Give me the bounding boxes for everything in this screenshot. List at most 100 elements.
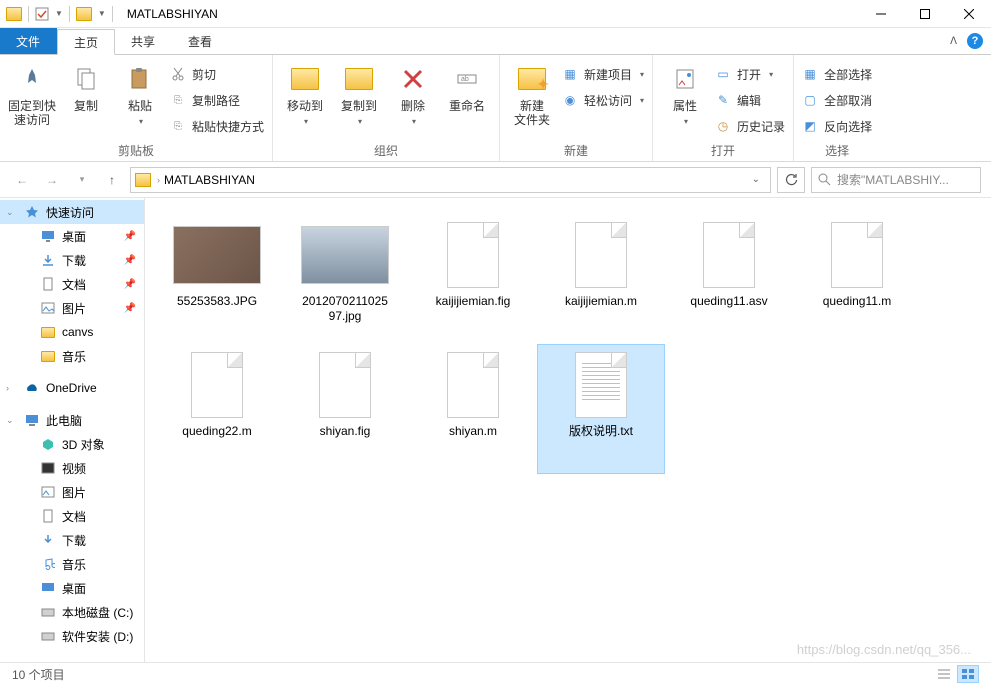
open-button[interactable]: ▭打开▾: [715, 63, 785, 85]
file-item[interactable]: 55253583.JPG: [153, 214, 281, 344]
recent-dropdown[interactable]: ▾: [70, 168, 94, 192]
details-view-button[interactable]: [933, 665, 955, 683]
newfolder-button[interactable]: ✦新建 文件夹: [508, 59, 556, 127]
sidebar-item-downloads[interactable]: 下载📌: [0, 248, 144, 272]
moveto-button[interactable]: 移动到▾: [281, 59, 329, 126]
file-item[interactable]: 版权说明.txt: [537, 344, 665, 474]
edit-button[interactable]: ✎编辑: [715, 89, 785, 111]
tab-home[interactable]: 主页: [57, 29, 115, 55]
checkmark-icon[interactable]: [35, 7, 49, 21]
sidebar-item-3dobjects[interactable]: 3D 对象: [0, 432, 144, 456]
pin-icon: 📌: [124, 231, 136, 242]
file-name: queding11.m: [823, 294, 892, 309]
file-item[interactable]: queding11.asv: [665, 214, 793, 344]
delete-button[interactable]: 删除▾: [389, 59, 437, 126]
breadcrumb[interactable]: ›MATLABSHIYAN: [157, 173, 255, 187]
sidebar-item-canvs[interactable]: canvs: [0, 320, 144, 344]
copy-button[interactable]: 复制: [62, 59, 110, 113]
tab-share[interactable]: 共享: [115, 28, 172, 54]
thumbnails-view-button[interactable]: [957, 665, 979, 683]
file-name: 2012070211025 97.jpg: [302, 294, 388, 324]
maximize-button[interactable]: [903, 0, 947, 28]
image-thumbnail: [173, 226, 261, 284]
file-item[interactable]: shiyan.m: [409, 344, 537, 474]
sidebar-item-desktop[interactable]: 桌面📌: [0, 224, 144, 248]
sidebar-item-thispc[interactable]: ⌄此电脑: [0, 408, 144, 432]
file-name: queding22.m: [182, 424, 251, 439]
tab-file[interactable]: 文件: [0, 28, 57, 54]
sidebar-item-videos[interactable]: 视频: [0, 456, 144, 480]
group-label: 新建: [508, 140, 644, 159]
properties-button[interactable]: 属性▾: [661, 59, 709, 126]
svg-text:ab: ab: [461, 76, 469, 83]
file-item[interactable]: queding11.m: [793, 214, 921, 344]
easyaccess-button[interactable]: ◉轻松访问▾: [562, 89, 644, 111]
sidebar-item-localdisk2[interactable]: 软件安装 (D:): [0, 624, 144, 648]
sidebar-item-pictures2[interactable]: 图片: [0, 480, 144, 504]
sidebar-item-quickaccess[interactable]: ⌄快速访问: [0, 200, 144, 224]
file-name: 55253583.JPG: [177, 294, 257, 309]
sidebar-item-downloads2[interactable]: 下载: [0, 528, 144, 552]
copyto-button[interactable]: 复制到▾: [335, 59, 383, 126]
file-item[interactable]: 2012070211025 97.jpg: [281, 214, 409, 344]
selectall-button[interactable]: ▦全部选择: [802, 63, 872, 85]
group-clipboard: 固定到快 速访问 复制 粘贴▾ 剪切 ⎘复制路径 ⎘粘贴快捷方式 剪贴板: [0, 55, 273, 161]
sidebar-item-localdisk[interactable]: 本地磁盘 (C:): [0, 600, 144, 624]
history-button[interactable]: ◷历史记录: [715, 115, 785, 137]
help-icon[interactable]: ?: [967, 33, 983, 49]
address-dropdown-icon[interactable]: ⌄: [746, 174, 766, 185]
copypath-button[interactable]: ⎘复制路径: [170, 89, 264, 111]
file-item[interactable]: kaijijiemian.fig: [409, 214, 537, 344]
search-input[interactable]: 搜索"MATLABSHIY...: [811, 167, 981, 193]
group-select: ▦全部选择 ▢全部取消 ◩反向选择 选择: [794, 55, 880, 161]
file-icon: [703, 222, 755, 288]
dropdown-icon[interactable]: ▼: [98, 9, 106, 18]
file-item[interactable]: kaijijiemian.m: [537, 214, 665, 344]
separator: [112, 6, 113, 22]
folder-icon: [76, 7, 92, 21]
rename-button[interactable]: ab重命名: [443, 59, 491, 113]
sidebar-item-music[interactable]: 音乐: [0, 344, 144, 368]
sidebar-item-onedrive[interactable]: ›OneDrive: [0, 376, 144, 400]
forward-button[interactable]: →: [40, 168, 64, 192]
sidebar[interactable]: ⌄快速访问 桌面📌 下载📌 文档📌 图片📌 canvs 音乐 ›OneDrive…: [0, 198, 145, 662]
navbar: ← → ▾ ↑ ›MATLABSHIYAN ⌄ 搜索"MATLABSHIY...: [0, 162, 991, 198]
group-open: 属性▾ ▭打开▾ ✎编辑 ◷历史记录 打开: [653, 55, 794, 161]
sidebar-item-music2[interactable]: 音乐: [0, 552, 144, 576]
close-button[interactable]: [947, 0, 991, 28]
statusbar: 10 个项目: [0, 662, 991, 685]
selectnone-button[interactable]: ▢全部取消: [802, 89, 872, 111]
up-button[interactable]: ↑: [100, 168, 124, 192]
tab-view[interactable]: 查看: [172, 28, 229, 54]
refresh-button[interactable]: [777, 167, 805, 193]
file-icon: [575, 222, 627, 288]
cut-button[interactable]: 剪切: [170, 63, 264, 85]
file-name: kaijijiemian.fig: [436, 294, 511, 309]
file-name: shiyan.m: [449, 424, 497, 439]
pasteshortcut-button[interactable]: ⎘粘贴快捷方式: [170, 115, 264, 137]
sidebar-item-documents[interactable]: 文档📌: [0, 272, 144, 296]
newitem-button[interactable]: ▦新建项目▾: [562, 63, 644, 85]
sidebar-item-documents2[interactable]: 文档: [0, 504, 144, 528]
file-item[interactable]: queding22.m: [153, 344, 281, 474]
address-bar[interactable]: ›MATLABSHIYAN ⌄: [130, 167, 771, 193]
file-item[interactable]: shiyan.fig: [281, 344, 409, 474]
sidebar-item-desktop2[interactable]: 桌面: [0, 576, 144, 600]
paste-button[interactable]: 粘贴▾: [116, 59, 164, 126]
file-icon: [191, 352, 243, 418]
file-icon: [447, 222, 499, 288]
back-button[interactable]: ←: [10, 168, 34, 192]
file-list[interactable]: 55253583.JPG 2012070211025 97.jpg kaijijie…: [145, 198, 991, 662]
pin-quickaccess-button[interactable]: 固定到快 速访问: [8, 59, 56, 127]
pin-icon: 📌: [124, 303, 136, 314]
file-name: queding11.asv: [690, 294, 767, 309]
collapse-ribbon-icon[interactable]: ᐱ: [950, 36, 957, 47]
group-organize: 移动到▾ 复制到▾ 删除▾ ab重命名 组织: [273, 55, 500, 161]
group-label: 组织: [281, 140, 491, 159]
pin-icon: 📌: [124, 279, 136, 290]
ribbon-tabs: 文件 主页 共享 查看 ᐱ ?: [0, 28, 991, 54]
sidebar-item-pictures[interactable]: 图片📌: [0, 296, 144, 320]
invertsel-button[interactable]: ◩反向选择: [802, 115, 872, 137]
minimize-button[interactable]: [859, 0, 903, 28]
dropdown-icon[interactable]: ▼: [55, 9, 63, 18]
